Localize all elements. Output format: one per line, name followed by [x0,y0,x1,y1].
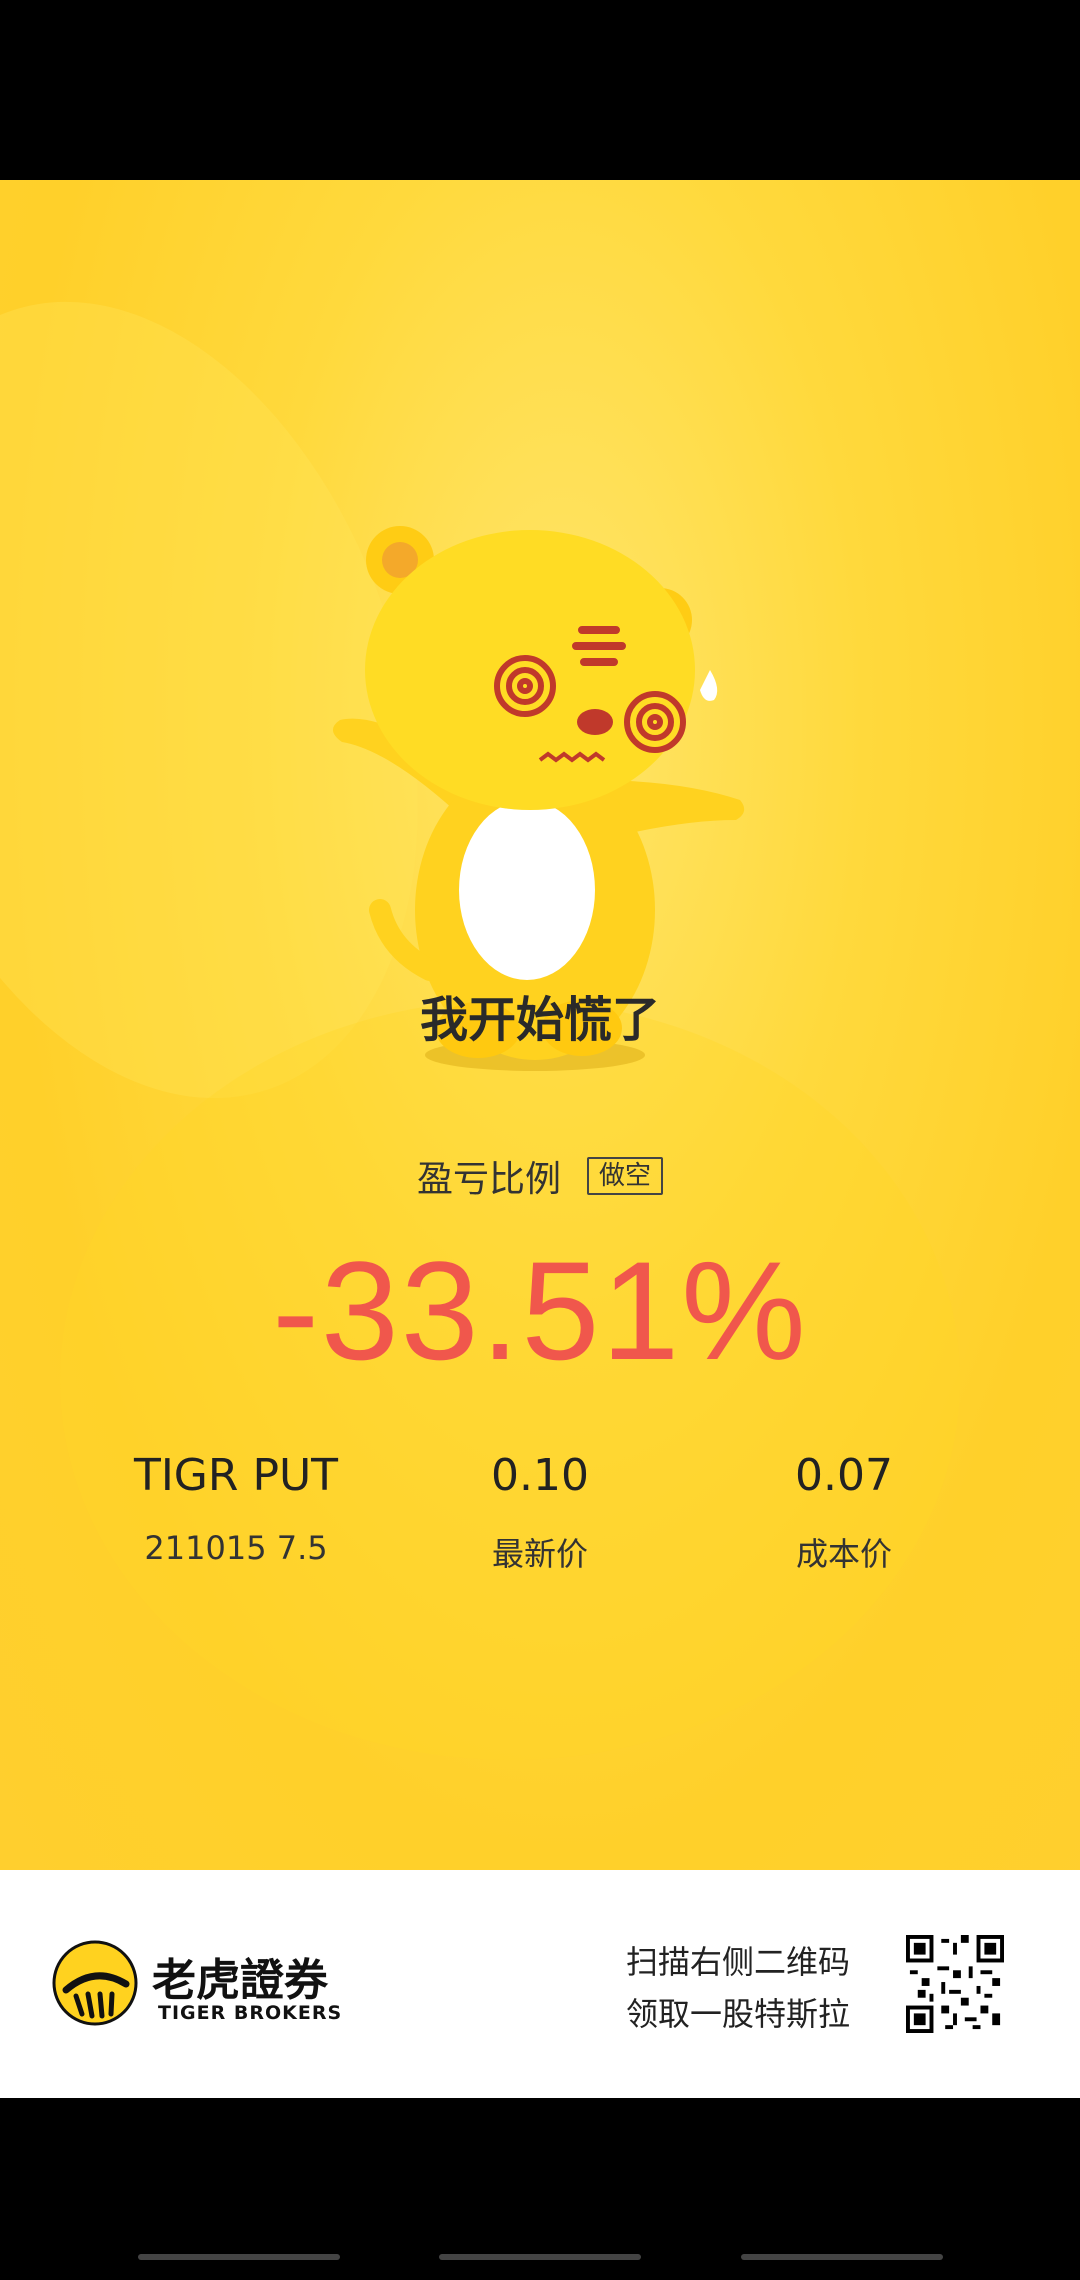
latest-price-column: 0.10 最新价 [390,1450,690,1575]
promo-text: 扫描右侧二维码 领取一股特斯拉 [626,1936,850,2040]
share-card: 我开始慌了 盈亏比例 做空 -33.51% TIGR PUT 211015 7.… [0,180,1080,1870]
cost-price-label: 成本价 [795,1535,892,1573]
cost-price-value: 0.07 [795,1450,893,1501]
brand-name: 老虎證券 [152,1955,328,2006]
ratio-row: 盈亏比例 做空 [0,1150,1080,1202]
brand-name-en: TIGER BROKERS [158,2002,343,2024]
nav-handle[interactable] [741,2254,943,2260]
promo-line: 扫描右侧二维码 [626,1943,851,1981]
ratio-label: 盈亏比例 [416,1159,561,1200]
position-tag: 做空 [587,1157,664,1195]
latest-price-label: 最新价 [491,1535,588,1573]
nav-handle[interactable] [439,2254,641,2260]
mood-title: 我开始慌了 [419,992,660,1048]
status-bar-area [0,0,1080,180]
footer-banner: 老虎證券 TIGER BROKERS 扫描右侧二维码 领取一股特斯拉 [0,1870,1080,2098]
instrument-symbol: TIGR PUT [133,1450,339,1501]
pnl-percent: -33.51% [272,1232,808,1389]
tiger-logo-icon [52,1940,138,2026]
qr-code-icon[interactable] [906,1935,1004,2033]
cost-price-column: 0.07 成本价 [694,1450,994,1575]
navigation-bar [0,2098,1080,2280]
instrument-detail: 211015 7.5 [144,1529,328,1567]
promo-line: 领取一股特斯拉 [626,1995,851,2033]
tiger-mascot-icon [332,526,745,1071]
latest-price-value: 0.10 [491,1450,589,1501]
instrument-column: TIGR PUT 211015 7.5 [86,1450,386,1567]
nav-handle[interactable] [138,2254,340,2260]
